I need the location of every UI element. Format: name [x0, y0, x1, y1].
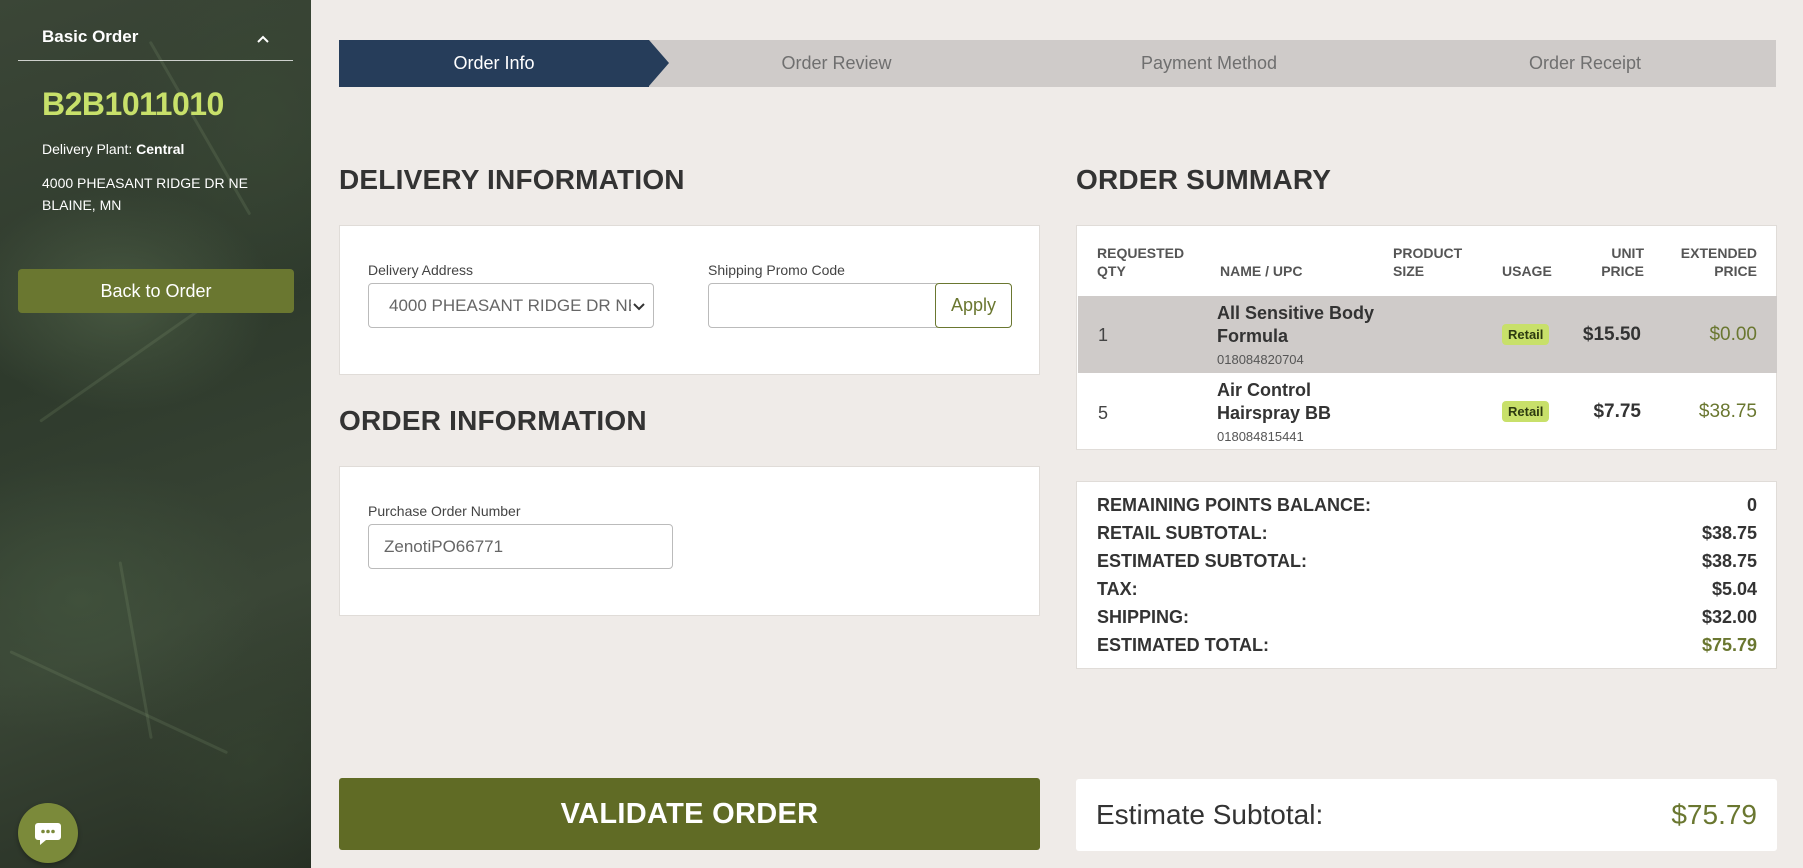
col-header-line: PRICE	[1601, 263, 1644, 279]
total-label: SHIPPING:	[1097, 607, 1190, 627]
row-product-name: Air Control Hairspray BB	[1217, 380, 1332, 423]
leaf-vein	[118, 561, 153, 740]
col-header-line: QTY	[1097, 263, 1126, 279]
shipping-promo-label: Shipping Promo Code	[708, 262, 845, 278]
estimate-subtotal-label: Estimate Subtotal:	[1096, 799, 1324, 830]
total-row-estimated-total: ESTIMATED TOTAL: $75.79	[1097, 635, 1757, 656]
delivery-address-block: 4000 PHEASANT RIDGE DR NE BLAINE, MN	[42, 172, 248, 216]
order-id: B2B1011010	[42, 86, 224, 122]
total-value: 0	[1746, 495, 1757, 515]
col-product-size: PRODUCT SIZE	[1393, 244, 1462, 280]
usage-badge-label: Retail	[1502, 324, 1550, 345]
validate-order-button[interactable]: VALIDATE ORDER	[339, 778, 1040, 850]
delivery-plant-value: Central	[136, 141, 185, 157]
total-row-tax: TAX: $5.04	[1097, 579, 1757, 600]
step-order-info[interactable]: Order Info	[339, 40, 669, 87]
table-header: REQUESTED QTY NAME / UPC PRODUCT SIZE US…	[1077, 226, 1776, 296]
col-requested-qty: REQUESTED QTY	[1097, 244, 1184, 280]
col-header-line: EXTENDED	[1680, 245, 1757, 261]
shipping-promo-input[interactable]	[708, 283, 940, 328]
chat-icon	[35, 823, 61, 845]
total-value: $32.00	[1701, 607, 1757, 627]
col-name-upc: NAME / UPC	[1220, 263, 1303, 279]
order-type-title: Basic Order	[42, 27, 139, 46]
usage-badge: Retail	[1502, 324, 1550, 345]
step-order-receipt[interactable]: Order Receipt	[1394, 40, 1776, 87]
total-row-shipping: SHIPPING: $32.00	[1097, 607, 1757, 628]
row-extended-price: $38.75	[1698, 401, 1757, 422]
delivery-card: Delivery Address 4000 PHEASANT RIDGE DR …	[339, 225, 1040, 375]
row-unit-price: $7.75	[1593, 401, 1641, 422]
apply-promo-button[interactable]: Apply	[935, 283, 1012, 328]
back-to-order-button[interactable]: Back to Order	[18, 269, 294, 313]
usage-badge-label: Retail	[1502, 401, 1550, 422]
row-qty: 5	[1098, 403, 1109, 423]
table-row[interactable]: 1 All Sensitive Body Formula 01808482070…	[1078, 296, 1777, 373]
col-extended-price: EXTENDED PRICE	[1677, 244, 1757, 280]
row-product-name: All Sensitive Body Formula	[1217, 303, 1375, 346]
row-qty: 1	[1098, 325, 1109, 345]
total-label: ESTIMATED TOTAL:	[1097, 635, 1269, 655]
delivery-address-select[interactable]: 4000 PHEASANT RIDGE DR NE	[368, 283, 654, 328]
po-number-input[interactable]: ZenotiPO66771	[368, 524, 673, 569]
row-unit-price: $15.50	[1582, 324, 1641, 345]
row-upc: 018084820704	[1217, 352, 1304, 367]
total-label: TAX:	[1097, 579, 1138, 599]
order-information-heading: ORDER INFORMATION	[339, 405, 647, 436]
chat-button[interactable]	[18, 803, 78, 863]
total-value: $38.75	[1701, 551, 1757, 571]
total-value: $38.75	[1701, 523, 1757, 543]
total-label: REMAINING POINTS BALANCE:	[1097, 495, 1371, 515]
total-label: ESTIMATED SUBTOTAL:	[1097, 551, 1307, 571]
total-value: $5.04	[1711, 579, 1757, 599]
col-unit-price: UNIT PRICE	[1589, 244, 1644, 280]
row-upc: 018084815441	[1217, 429, 1304, 444]
order-info-card: Purchase Order Number ZenotiPO66771	[339, 466, 1040, 616]
col-header-line: PRODUCT	[1393, 245, 1463, 261]
checkout-steps: Order Info Order Review Payment Method O…	[339, 40, 1776, 87]
total-row-retail-subtotal: RETAIL SUBTOTAL: $38.75	[1097, 523, 1757, 544]
po-number-label: Purchase Order Number	[368, 503, 521, 519]
estimate-subtotal-value: $75.79	[1671, 799, 1757, 830]
delivery-plant: Delivery Plant: Central	[42, 141, 184, 157]
total-label: RETAIL SUBTOTAL:	[1097, 523, 1268, 543]
leaf-vein	[9, 650, 229, 755]
total-row-estimated-subtotal: ESTIMATED SUBTOTAL: $38.75	[1097, 551, 1757, 572]
row-extended-price: $0.00	[1709, 324, 1757, 345]
order-summary-heading: ORDER SUMMARY	[1076, 164, 1332, 195]
col-header-line: PRICE	[1714, 263, 1757, 279]
step-order-review[interactable]: Order Review	[649, 40, 1024, 87]
col-header-line: UNIT	[1611, 245, 1644, 261]
estimate-subtotal-bar: Estimate Subtotal: $75.79	[1076, 779, 1777, 851]
table-row[interactable]: 5 Air Control Hairspray BB 018084815441 …	[1078, 373, 1777, 450]
total-value: $75.79	[1701, 635, 1757, 655]
step-payment-method[interactable]: Payment Method	[1024, 40, 1394, 87]
total-row-points: REMAINING POINTS BALANCE: 0	[1097, 495, 1757, 516]
delivery-information-heading: DELIVERY INFORMATION	[339, 164, 685, 195]
usage-badge: Retail	[1502, 401, 1550, 422]
chevron-up-icon[interactable]	[257, 34, 269, 46]
delivery-address-value: 4000 PHEASANT RIDGE DR NE	[389, 295, 640, 315]
chevron-down-icon	[631, 298, 647, 314]
sidebar: Basic Order B2B1011010 Delivery Plant: C…	[0, 0, 311, 868]
col-usage: USAGE	[1502, 263, 1552, 279]
order-summary-table: REQUESTED QTY NAME / UPC PRODUCT SIZE US…	[1076, 225, 1777, 450]
col-header-line: REQUESTED	[1097, 245, 1185, 261]
delivery-plant-label: Delivery Plant:	[42, 141, 133, 157]
order-type-header[interactable]: Basic Order	[18, 14, 293, 61]
delivery-address-label: Delivery Address	[368, 262, 474, 278]
col-header-line: SIZE	[1393, 263, 1425, 279]
address-line-2: BLAINE, MN	[42, 197, 122, 213]
order-totals: REMAINING POINTS BALANCE: 0 RETAIL SUBTOT…	[1076, 481, 1777, 669]
address-line-1: 4000 PHEASANT RIDGE DR NE	[42, 175, 248, 191]
